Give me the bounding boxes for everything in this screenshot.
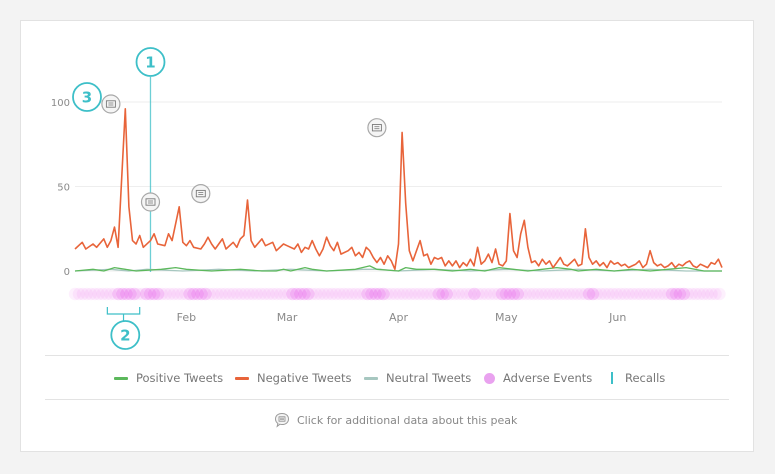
peak-marker-circle (101, 94, 121, 114)
positive-swatch (114, 376, 128, 380)
legend-item-adverse[interactable]: Adverse Events (484, 370, 592, 386)
legend-label-neutral: Neutral Tweets (386, 371, 472, 385)
peak-note-text: Click for additional data about this pea… (297, 413, 518, 427)
peak-marker-circle (191, 184, 211, 204)
legend-label-positive: Positive Tweets (136, 371, 224, 385)
x-tick-label: Feb (177, 311, 196, 324)
callout-label: 1 (145, 54, 155, 72)
x-tick-label: May (495, 311, 518, 324)
divider-top (45, 355, 729, 356)
y-axis: 0 50 100 (51, 98, 70, 278)
peak-note: Click for additional data about this pea… (274, 412, 517, 428)
series-layer (74, 108, 723, 272)
peak-marker-icon[interactable] (367, 118, 387, 138)
peak-markers[interactable] (101, 94, 387, 212)
y-tick-label: 0 (64, 267, 70, 278)
legend: Positive Tweets Negative Tweets Neutral … (0, 370, 775, 386)
peak-marker-circle (367, 118, 387, 138)
adverse-range-bracket (106, 307, 141, 315)
divider-bottom (45, 399, 729, 400)
legend-label-negative: Negative Tweets (257, 371, 352, 385)
legend-item-negative[interactable]: Negative Tweets (235, 370, 351, 386)
x-axis: Feb Mar Apr May Jun (177, 311, 627, 324)
x-tick-label: Apr (389, 311, 409, 324)
y-tick-label: 100 (51, 98, 70, 109)
callout-badge: 2 (110, 320, 141, 350)
legend-label-recalls: Recalls (625, 371, 666, 385)
peak-marker-circle (140, 192, 161, 212)
callout-badge: 3 (72, 82, 102, 112)
recall-swatch (611, 372, 613, 384)
callout-label: 3 (82, 89, 92, 107)
x-tick-label: Mar (277, 311, 298, 324)
adverse-swatch (484, 372, 495, 384)
peak-marker-icon[interactable] (140, 192, 161, 212)
peak-marker-icon[interactable] (101, 94, 121, 114)
neutral-swatch (364, 376, 378, 380)
adverse-event-dot[interactable] (713, 287, 726, 301)
x-tick-label: Jun (608, 311, 626, 324)
callout-badge: 1 (135, 47, 166, 77)
chart: 0 50 100 Feb Mar Apr May Jun 1 2 3 (51, 47, 726, 350)
adverse-events-strip[interactable] (68, 287, 726, 301)
negative-swatch (235, 376, 249, 380)
legend-item-positive[interactable]: Positive Tweets (114, 370, 223, 386)
series-line-negative-tweets (74, 108, 723, 271)
y-tick-label: 50 (57, 183, 70, 194)
legend-item-neutral[interactable]: Neutral Tweets (364, 370, 471, 386)
callout-label: 2 (120, 327, 130, 345)
legend-item-recalls[interactable]: Recalls (611, 370, 665, 386)
legend-label-adverse: Adverse Events (503, 371, 593, 385)
peak-marker-icon[interactable] (191, 184, 211, 204)
chat-bubble-icon (274, 412, 290, 428)
